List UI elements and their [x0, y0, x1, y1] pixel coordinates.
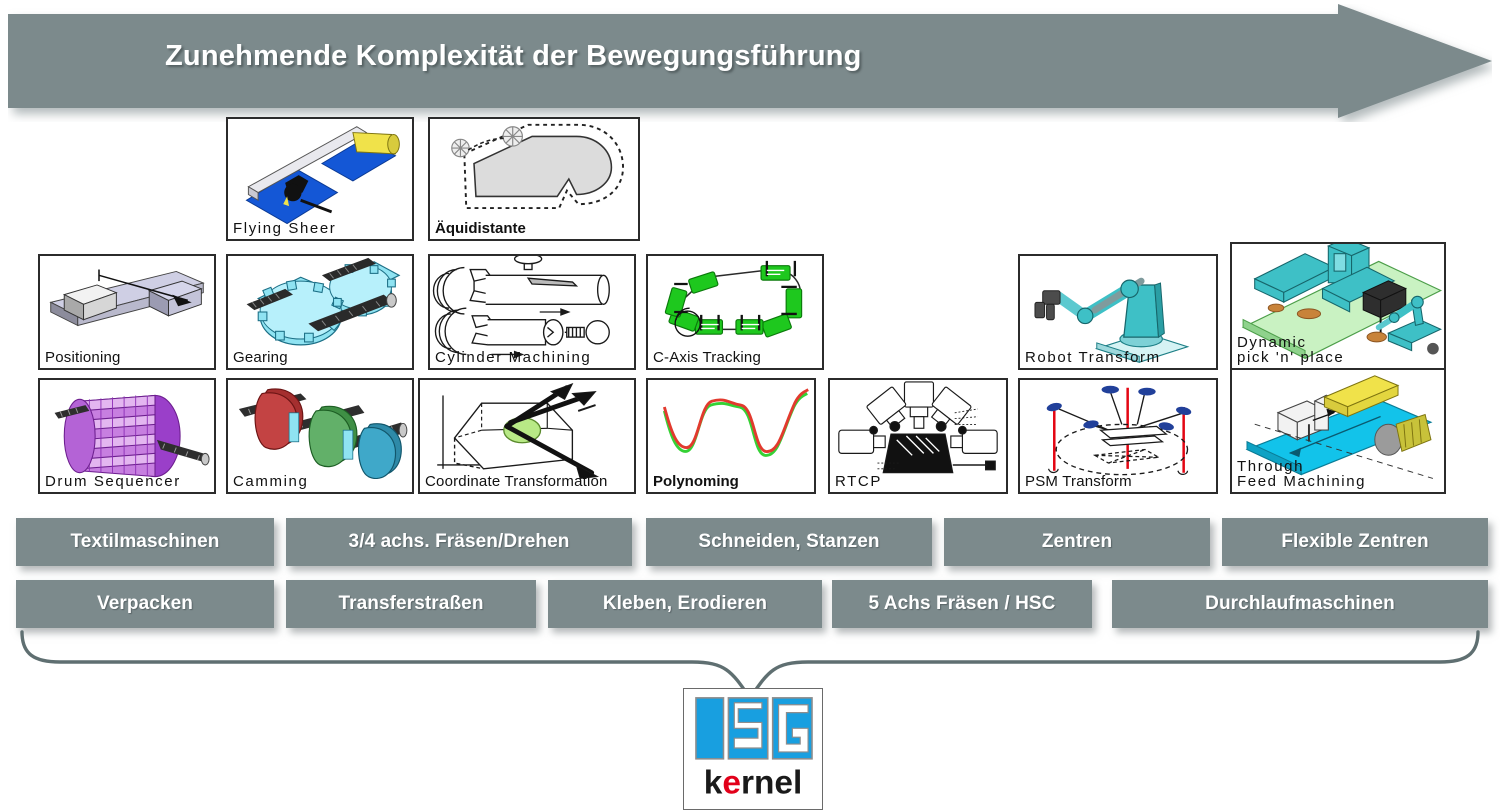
svg-text:kernel: kernel: [704, 764, 803, 801]
panel-positioning: Positioning: [38, 254, 216, 370]
through-feed-machining-caption: Through Feed Machining: [1237, 457, 1367, 491]
category-bar[interactable]: Schneiden, Stanzen: [646, 518, 932, 566]
panel-cylinder-machining: Cylinder Machining: [428, 254, 636, 370]
category-bar[interactable]: Flexible Zentren: [1222, 518, 1488, 566]
panel-flying-sheer: Flying Sheer: [226, 117, 414, 241]
aequidistante-caption: Äquidistante: [435, 220, 526, 238]
psm-transform-caption: PSM Transform: [1025, 473, 1132, 491]
category-bar[interactable]: Verpacken: [16, 580, 274, 628]
diagram-canvas: Zunehmende Komplexität der Bewegungsführ…: [0, 0, 1500, 812]
logo-k: k: [704, 764, 723, 801]
polynoming-caption: Polynoming: [653, 473, 739, 491]
panel-c-axis-tracking: C-Axis Tracking: [646, 254, 824, 370]
panel-camming: Camming: [226, 378, 414, 494]
dynamic-pick-n-place-caption: Dynamic pick 'n' place: [1237, 333, 1345, 367]
gearing-caption: Gearing: [233, 349, 288, 367]
drum-sequencer-caption: Drum Sequencer: [45, 473, 181, 491]
panel-drum-sequencer: Drum Sequencer: [38, 378, 216, 494]
category-bar[interactable]: 5 Achs Fräsen / HSC: [832, 580, 1092, 628]
panel-polynoming: Polynoming: [646, 378, 816, 494]
panel-gearing: Gearing: [226, 254, 414, 370]
category-bar[interactable]: 3/4 achs. Fräsen/Drehen: [286, 518, 632, 566]
panel-coordinate-transformation: Coordinate Transformation: [418, 378, 636, 494]
category-bar[interactable]: Durchlaufmaschinen: [1112, 580, 1488, 628]
panel-dynamic-pick-n-place: Dynamic pick 'n' place: [1230, 242, 1446, 370]
category-bar[interactable]: Transferstraßen: [286, 580, 536, 628]
panel-robot-transform: Robot Transform: [1018, 254, 1218, 370]
isg-kernel-logo: kernel: [683, 688, 823, 810]
flying-sheer-caption: Flying Sheer: [233, 220, 337, 238]
rtcp-caption: RTCP: [835, 473, 882, 491]
cylinder-machining-caption: Cylinder Machining: [435, 349, 592, 367]
logo-rnel: rnel: [741, 764, 802, 801]
camming-caption: Camming: [233, 473, 309, 491]
category-bar[interactable]: Zentren: [944, 518, 1210, 566]
category-bar[interactable]: Kleben, Erodieren: [548, 580, 822, 628]
panel-aequidistante: Äquidistante: [428, 117, 640, 241]
panel-psm-transform: PSM Transform: [1018, 378, 1218, 494]
panel-rtcp: RTCP: [828, 378, 1008, 494]
page-title: Zunehmende Komplexität der Bewegungsführ…: [165, 40, 862, 72]
logo-e: e: [722, 764, 741, 801]
category-bar[interactable]: Textilmaschinen: [16, 518, 274, 566]
positioning-caption: Positioning: [45, 349, 121, 367]
robot-transform-caption: Robot Transform: [1025, 349, 1161, 367]
c-axis-tracking-caption: C-Axis Tracking: [653, 349, 762, 367]
panel-through-feed-machining: Through Feed Machining: [1230, 368, 1446, 494]
coordinate-transformation-caption: Coordinate Transformation: [425, 473, 608, 491]
